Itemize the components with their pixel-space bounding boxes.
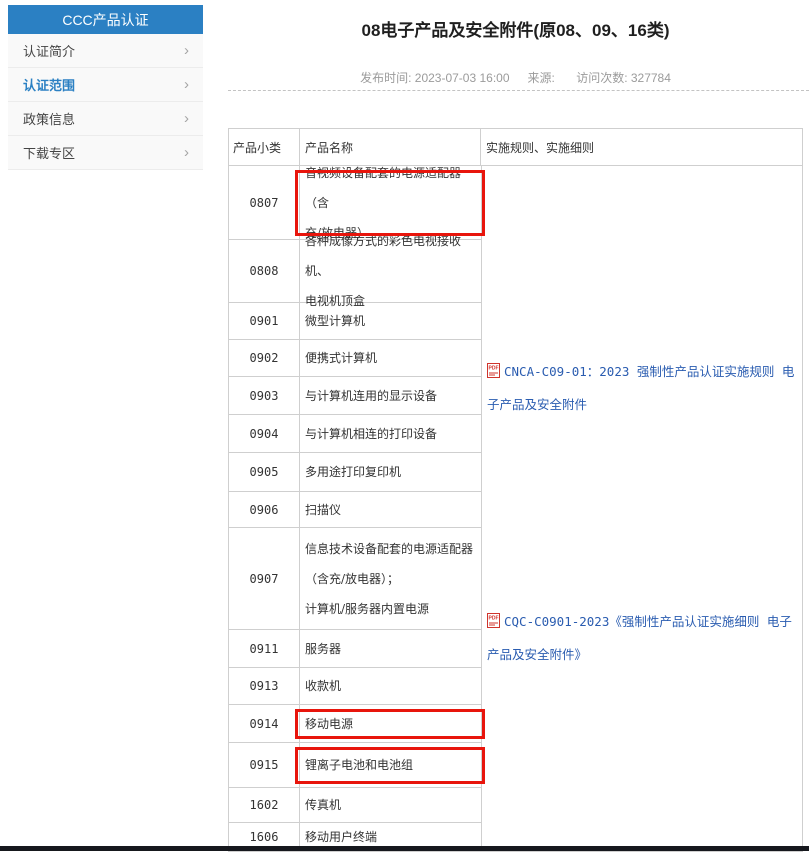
page-title: 08电子产品及安全附件(原08、09、16类): [361, 21, 670, 40]
product-name: 传真机: [305, 798, 342, 812]
header-rules: 实施规则、实施细则: [486, 140, 595, 155]
product-code: 0902: [229, 340, 300, 376]
sidebar-item-label: 政策信息: [23, 112, 76, 127]
footer-bar: [0, 846, 809, 851]
product-name: 扫描仪: [305, 502, 342, 517]
product-code: 0915: [229, 743, 300, 787]
sidebar-item-label: 认证简介: [23, 44, 76, 59]
sidebar-item-label: 认证范围: [23, 78, 76, 93]
product-code: 0807: [229, 166, 300, 239]
sidebar-title: CCC产品认证: [8, 5, 203, 34]
product-name: 移动电源: [295, 705, 485, 742]
product-name: 服务器: [305, 641, 342, 656]
product-code: 0907: [229, 528, 300, 629]
product-code: 0901: [229, 303, 300, 339]
table-row: 0808 各种成像方式的彩色电视接收机、 电视机顶盒: [229, 234, 481, 308]
product-name: 与计算机连用的显示设备: [305, 388, 438, 403]
product-code: 0903: [229, 377, 300, 414]
svg-text:PDF: PDF: [489, 616, 499, 622]
product-code: 0808: [229, 240, 300, 302]
table-row: 0905 多用途打印复印机: [229, 453, 481, 492]
rules-column: PDF CNCA-C09-01：2023 强制性产品认证实施规则 电子产品及安全附…: [481, 166, 802, 851]
product-code: 0914: [229, 705, 300, 742]
article-meta: 发布时间: 2023-07-03 16:00 来源: 访问次数: 327784: [228, 69, 803, 86]
product-name: 多用途打印复印机: [305, 465, 402, 479]
header-product-subclass: 产品小类: [229, 129, 300, 165]
sidebar-item-download-zone[interactable]: 下载专区 ›: [8, 136, 203, 170]
product-code: 0904: [229, 415, 300, 452]
pdf-icon: PDF: [487, 608, 500, 639]
chevron-right-icon: ›: [184, 42, 189, 59]
sidebar-item-policy-info[interactable]: 政策信息 ›: [8, 102, 203, 136]
table-row: 0903 与计算机连用的显示设备: [229, 377, 481, 415]
table-row: 0902 便携式计算机: [229, 340, 481, 377]
sidebar-item-certification-intro[interactable]: 认证简介 ›: [8, 34, 203, 68]
visit-count: 访问次数: 327784: [576, 71, 671, 85]
pdf-icon: PDF: [487, 358, 500, 389]
rule-pdf-link-cqc[interactable]: PDF CQC-C0901-2023《强制性产品认证实施细则 电子产品及安全附件》: [487, 606, 799, 670]
product-code: 0911: [229, 630, 300, 667]
product-table: 产品小类 产品名称 实施规则、实施细则 0807 音视频设备配套的电源适配器（含…: [228, 128, 803, 852]
product-name: 收款机: [305, 679, 342, 693]
product-name: 微型计算机: [305, 314, 366, 328]
product-name: 各种成像方式的彩色电视接收机、 电视机顶盒: [305, 234, 462, 308]
product-name: 便携式计算机: [305, 351, 378, 365]
chevron-right-icon: ›: [184, 76, 189, 93]
product-name: 信息技术设备配套的电源适配器 （含充/放电器）； 计算机/服务器内置电源: [305, 541, 474, 616]
product-code: 0913: [229, 668, 300, 704]
table-row: 0914 移动电源: [229, 705, 485, 743]
product-code: 1602: [229, 788, 300, 822]
table-left-columns: 0807 音视频设备配套的电源适配器（含 充/放电器） 0808 各种成像方式的…: [229, 166, 485, 851]
product-code: 0905: [229, 453, 300, 491]
table-row: 0901 微型计算机: [229, 303, 481, 340]
table-row: 0913 收款机: [229, 668, 481, 705]
product-name: 锂离子电池和电池组: [295, 743, 485, 787]
sidebar-item-label: 下载专区: [23, 146, 76, 161]
dotted-divider: [228, 90, 809, 91]
sidebar: CCC产品认证 认证简介 › 认证范围 › 政策信息 › 下载专区 ›: [8, 5, 203, 170]
table-row: 0904 与计算机相连的打印设备: [229, 415, 481, 453]
svg-text:PDF: PDF: [489, 366, 499, 372]
publish-time: 发布时间: 2023-07-03 16:00: [360, 71, 510, 85]
table-row: 0906 扫描仪: [229, 492, 481, 528]
chevron-right-icon: ›: [184, 110, 189, 127]
product-name: 与计算机相连的打印设备: [305, 426, 438, 441]
source: 来源:: [527, 71, 559, 85]
table-row: 0915 锂离子电池和电池组: [229, 743, 485, 788]
chevron-right-icon: ›: [184, 144, 189, 161]
sidebar-item-certification-scope[interactable]: 认证范围 ›: [8, 68, 203, 102]
table-row: 0911 服务器: [229, 630, 481, 668]
table-row: 1602 传真机: [229, 788, 481, 823]
rule-pdf-link-cnca[interactable]: PDF CNCA-C09-01：2023 强制性产品认证实施规则 电子产品及安全附…: [487, 356, 799, 420]
table-row: 0907 信息技术设备配套的电源适配器 （含充/放电器）； 计算机/服务器内置电…: [229, 528, 481, 630]
product-code: 0906: [229, 492, 300, 527]
